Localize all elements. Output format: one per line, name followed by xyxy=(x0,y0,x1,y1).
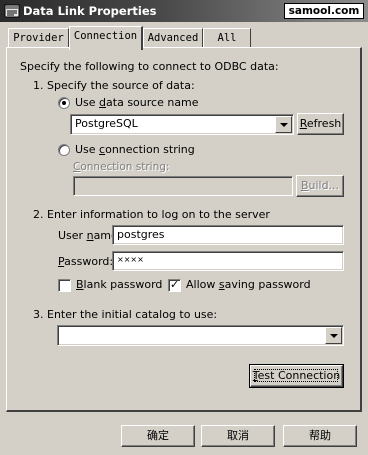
watermark-badge: samool.com xyxy=(284,3,364,19)
username-input[interactable]: postgres xyxy=(112,225,344,245)
intro-label: Specify the following to connect to ODBC… xyxy=(20,60,279,73)
connstr-radio[interactable] xyxy=(58,144,70,156)
chevron-down-icon[interactable] xyxy=(275,116,292,133)
radio-selected-dot xyxy=(62,101,66,105)
step1-label: 1. Specify the source of data: xyxy=(33,79,195,92)
connstr-input[interactable] xyxy=(73,176,293,196)
password-input[interactable]: ×××× xyxy=(112,251,344,271)
step2-label: 2. Enter information to log on to the se… xyxy=(33,208,270,221)
allow-saving-label[interactable]: Allow saving password xyxy=(186,278,311,291)
dsn-radio[interactable] xyxy=(58,97,70,109)
tab-all[interactable]: All xyxy=(203,28,251,48)
tab-advanced[interactable]: Advanced xyxy=(143,28,203,48)
help-button[interactable]: 帮助 xyxy=(283,425,357,447)
blank-password-label[interactable]: Blank password xyxy=(76,278,162,291)
blank-password-checkbox[interactable] xyxy=(58,279,71,292)
ok-button[interactable]: 确定 xyxy=(121,425,195,447)
dsn-combobox[interactable]: PostgreSQL xyxy=(70,114,294,135)
step3-label: 3. Enter the initial catalog to use: xyxy=(33,308,218,321)
connstr-radio-label[interactable]: Use connection string xyxy=(75,143,195,156)
password-label: Password: xyxy=(58,255,114,268)
active-tab-joint xyxy=(70,48,141,51)
window-title: Data Link Properties xyxy=(23,4,157,18)
tab-provider[interactable]: Provider xyxy=(8,28,69,48)
tab-connection[interactable]: Connection xyxy=(69,26,143,50)
allow-saving-checkbox[interactable]: ✓ xyxy=(168,278,181,292)
chevron-down-icon[interactable] xyxy=(325,327,342,344)
dsn-value: PostgreSQL xyxy=(75,117,138,130)
refresh-button[interactable]: Refresh xyxy=(297,113,344,135)
test-connection-button[interactable]: Test Connection xyxy=(249,364,344,388)
checkmark-icon: ✓ xyxy=(170,278,180,291)
build-button[interactable]: Build... xyxy=(296,175,344,197)
data-link-icon xyxy=(4,4,20,18)
dsn-radio-label[interactable]: Use data source name xyxy=(75,96,199,109)
cancel-button[interactable]: 取消 xyxy=(201,425,275,447)
connstr-label: Connection string: xyxy=(73,161,170,173)
catalog-combobox[interactable] xyxy=(57,325,344,346)
